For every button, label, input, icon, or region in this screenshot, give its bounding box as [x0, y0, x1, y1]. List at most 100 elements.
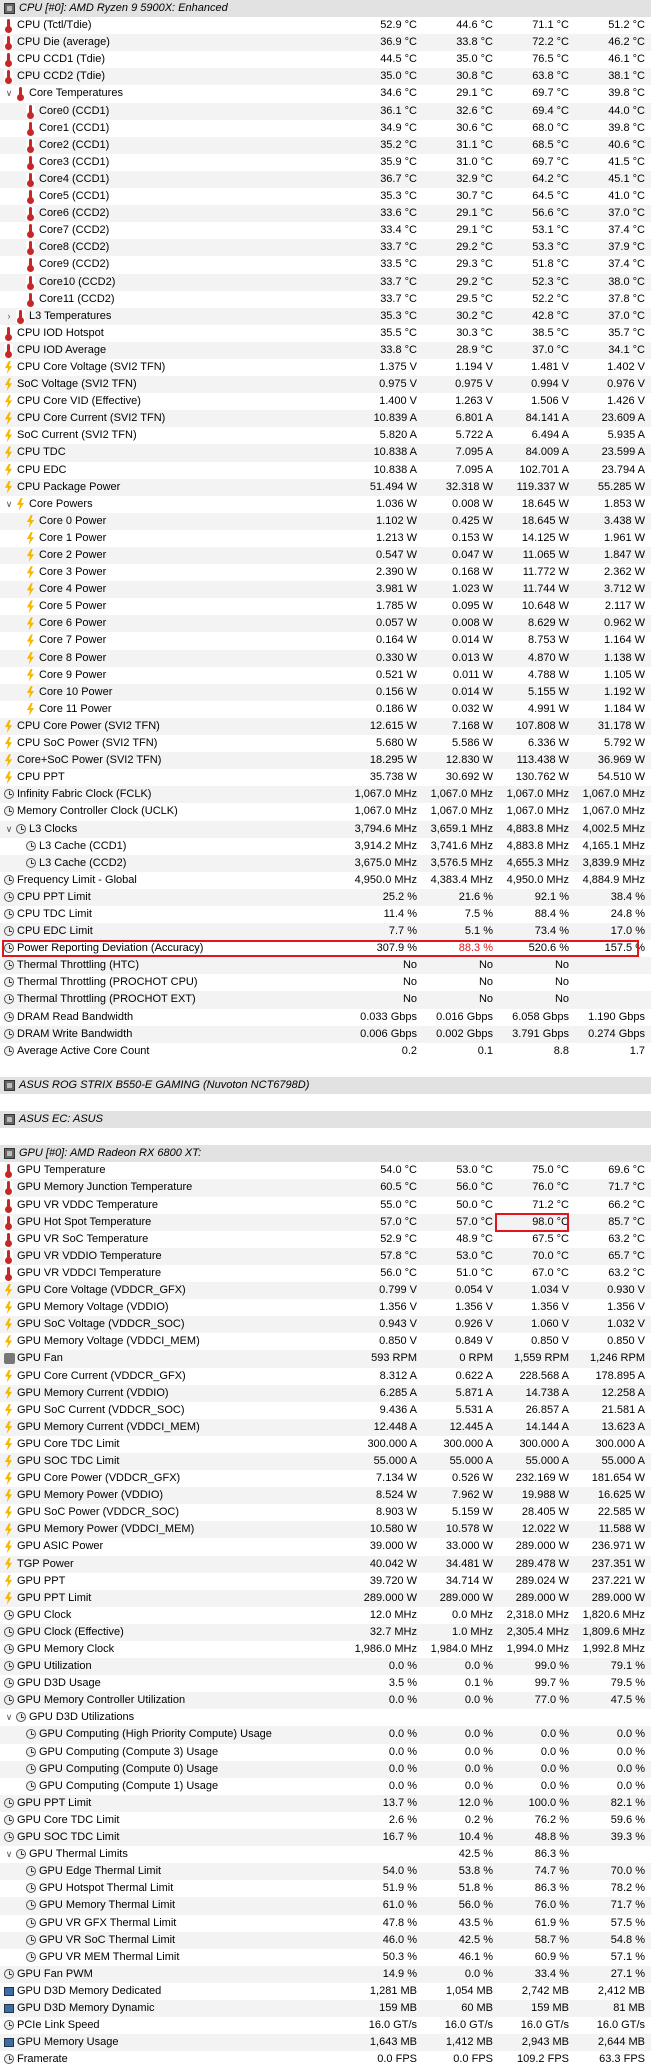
sensor-row[interactable]: Power Reporting Deviation (Accuracy) 307.… [0, 940, 651, 958]
sensor-row[interactable]: GPU Computing (High Priority Compute) Us… [0, 1726, 651, 1744]
sensor-row[interactable]: GPU Memory Usage 1,643 MB 1,412 MB 2,943 MB… [0, 2034, 651, 2052]
sensor-row[interactable]: L3 Cache (CCD2) 3,675.0 MHz 3,576.5 MHz 4,6… [0, 854, 651, 872]
collapse-toggle[interactable]: ∨ [4, 821, 14, 838]
sensor-row[interactable]: Average Active Core Count 0.2 0.1 8.8 1.7 [0, 1043, 651, 1060]
sensor-row[interactable]: GPU VR MEM Thermal Limit 50.3 % 46.1 % 60.9… [0, 1949, 651, 1966]
sensor-row[interactable]: ∨ L3 Clocks 3,794.6 MHz 3,659.1 MHz 4,883.8 … [0, 820, 651, 838]
sensor-row[interactable]: GPU ASIC Power 39.000 W 33.000 W 289.000 W 2… [0, 1538, 651, 1555]
sensor-row[interactable]: Core 0 Power 1.102 W 0.425 W 18.645 W 3.438 … [0, 512, 651, 530]
sensor-row[interactable]: GPU D3D Usage 3.5 % 0.1 % 99.7 % 79.5 % [0, 1675, 651, 1692]
sensor-row[interactable]: GPU Memory Power (VDDCI_MEM) 10.580 W 10.5… [0, 1521, 651, 1539]
sensor-row[interactable]: GPU Core Power (VDDCR_GFX) 7.134 W 0.526 W… [0, 1470, 651, 1487]
sensor-row[interactable]: GPU VR VDDC Temperature 55.0 °C 50.0 °C 71.… [0, 1197, 651, 1214]
sensor-row[interactable]: GPU Core TDC Limit 300.000 A 300.000 A 300.… [0, 1436, 651, 1453]
sensor-row[interactable]: GPU VR SoC Temperature 52.9 °C 48.9 °C 67.5… [0, 1231, 651, 1248]
sensor-row[interactable]: CPU Die (average) 36.9 °C 33.8 °C 72.2 °C 46… [0, 34, 651, 52]
sensor-row[interactable]: GPU VR GFX Thermal Limit 47.8 % 43.5 % 61.9… [0, 1915, 651, 1932]
sensor-row[interactable]: Core 3 Power 2.390 W 0.168 W 11.772 W 2.362 … [0, 564, 651, 581]
sensor-row[interactable]: CPU EDC Limit 7.7 % 5.1 % 73.4 % 17.0 % [0, 923, 651, 941]
sensor-row[interactable]: CPU PPT 35.738 W 30.692 W 130.762 W 54.510 W [0, 769, 651, 786]
sensor-row[interactable]: GPU Memory Power (VDDIO) 8.524 W 7.962 W 19… [0, 1487, 651, 1505]
sensor-row[interactable]: GPU Memory Current (VDDIO) 6.285 A 5.871 A… [0, 1384, 651, 1402]
sensor-row[interactable]: GPU Memory Current (VDDCI_MEM) 12.448 A 12… [0, 1418, 651, 1436]
sensor-row[interactable]: DRAM Write Bandwidth 0.006 Gbps 0.002 Gbps… [0, 1025, 651, 1043]
collapse-toggle[interactable]: ∨ [4, 85, 14, 102]
sensor-row[interactable]: GPU SOC TDC Limit 16.7 % 10.4 % 48.8 % 39.3 … [0, 1829, 651, 1847]
sensor-row[interactable]: SoC Voltage (SVI2 TFN) 0.975 V 0.975 V 0.99… [0, 376, 651, 394]
sensor-row[interactable]: Core6 (CCD2) 33.6 °C 29.1 °C 56.6 °C 37.0 °C [0, 205, 651, 223]
sensor-row[interactable]: › L3 Temperatures 35.3 °C 30.2 °C 42.8 °C 37.… [0, 307, 651, 325]
sensor-group-header[interactable]: CPU [#0]: AMD Ryzen 9 5900X: Enhanced [0, 0, 651, 18]
sensor-row[interactable]: GPU PPT Limit 289.000 W 289.000 W 289.000 W… [0, 1589, 651, 1607]
sensor-row[interactable]: Core1 (CCD1) 34.9 °C 30.6 °C 68.0 °C 39.8 °C [0, 120, 651, 137]
sensor-row[interactable]: ∨ Core Powers 1.036 W 0.008 W 18.645 W 1.853 … [0, 496, 651, 513]
sensor-row[interactable]: Core3 (CCD1) 35.9 °C 31.0 °C 69.7 °C 41.5 °C [0, 154, 651, 171]
sensor-row[interactable]: L3 Cache (CCD1) 3,914.2 MHz 3,741.6 MHz 4,8… [0, 838, 651, 855]
collapse-toggle[interactable]: ∨ [4, 1846, 14, 1863]
sensor-row[interactable]: Core4 (CCD1) 36.7 °C 32.9 °C 64.2 °C 45.1 °C [0, 170, 651, 189]
sensor-row[interactable]: Core 8 Power 0.330 W 0.013 W 4.870 W 1.138 W [0, 649, 651, 667]
sensor-row[interactable]: Infinity Fabric Clock (FCLK) 1,067.0 MHz 1… [0, 786, 651, 804]
sensor-row[interactable]: CPU Core Current (SVI2 TFN) 10.839 A 6.801… [0, 410, 651, 428]
sensor-group-header[interactable]: ASUS ROG STRIX B550-E GAMING (Nuvoton NC… [0, 1076, 651, 1094]
sensor-row[interactable]: Frequency Limit - Global 4,950.0 MHz 4,383… [0, 872, 651, 889]
sensor-row[interactable]: GPU D3D Memory Dedicated 1,281 MB 1,054 MB… [0, 1983, 651, 2000]
sensor-row[interactable]: GPU Memory Controller Utilization 0.0 % 0.… [0, 1692, 651, 1710]
sensor-row[interactable]: Core 9 Power 0.521 W 0.011 W 4.788 W 1.105 W [0, 667, 651, 684]
sensor-row[interactable]: Core10 (CCD2) 33.7 °C 29.2 °C 52.3 °C 38.0 °… [0, 273, 651, 291]
sensor-row[interactable]: CPU TDC 10.838 A 7.095 A 84.009 A 23.599 A [0, 444, 651, 462]
sensor-row[interactable]: GPU Hotspot Thermal Limit 51.9 % 51.8 % 86.… [0, 1880, 651, 1897]
sensor-row[interactable]: GPU Core Voltage (VDDCR_GFX) 0.799 V 0.054… [0, 1282, 651, 1300]
sensor-row[interactable]: GPU Edge Thermal Limit 54.0 % 53.8 % 74.7 %… [0, 1863, 651, 1881]
sensor-row[interactable]: CPU Package Power 51.494 W 32.318 W 119.337… [0, 478, 651, 496]
sensor-row[interactable]: Core8 (CCD2) 33.7 °C 29.2 °C 53.3 °C 37.9 °C [0, 239, 651, 257]
sensor-row[interactable]: CPU CCD1 (Tdie) 44.5 °C 35.0 °C 76.5 °C 46.1… [0, 51, 651, 68]
sensor-row[interactable]: GPU VR SoC Thermal Limit 46.0 % 42.5 % 58.7… [0, 1931, 651, 1949]
sensor-row[interactable]: Core 4 Power 3.981 W 1.023 W 11.744 W 3.712 … [0, 581, 651, 599]
sensor-row[interactable]: Thermal Throttling (HTC) No No No [0, 957, 651, 975]
sensor-row[interactable]: CPU Core Power (SVI2 TFN) 12.615 W 7.168 W… [0, 717, 651, 736]
sensor-row[interactable]: Core+SoC Power (SVI2 TFN) 18.295 W 12.830 … [0, 752, 651, 770]
sensor-row[interactable]: GPU D3D Memory Dynamic 159 MB 60 MB 159 MB 8… [0, 1999, 651, 2018]
sensor-row[interactable]: Core 10 Power 0.156 W 0.014 W 5.155 W 1.192 … [0, 683, 651, 701]
sensor-row[interactable]: CPU IOD Average 33.8 °C 28.9 °C 37.0 °C 34.1… [0, 341, 651, 359]
sensor-row[interactable]: GPU Core Current (VDDCR_GFX) 8.312 A 0.622… [0, 1368, 651, 1385]
sensor-row[interactable]: GPU VR VDDIO Temperature 57.8 °C 53.0 °C 70… [0, 1247, 651, 1265]
sensor-row[interactable]: GPU Computing (Compute 0) Usage 0.0 % 0.0 … [0, 1760, 651, 1778]
sensor-row[interactable]: GPU PPT 39.720 W 34.714 W 289.024 W 237.221 … [0, 1573, 651, 1590]
sensor-row[interactable]: Core 11 Power 0.186 W 0.032 W 4.991 W 1.184 … [0, 701, 651, 718]
sensor-row[interactable]: GPU Hot Spot Temperature 57.0 °C 57.0 °C 98… [0, 1212, 651, 1232]
sensor-row[interactable]: TGP Power 40.042 W 34.481 W 289.478 W 237.35… [0, 1555, 651, 1573]
sensor-row[interactable]: CPU IOD Hotspot 35.5 °C 30.3 °C 38.5 °C 35.7… [0, 325, 651, 342]
sensor-row[interactable]: GPU Memory Thermal Limit 61.0 % 56.0 % 76.0… [0, 1897, 651, 1915]
sensor-row[interactable]: GPU Memory Voltage (VDDCI_MEM) 0.850 V 0.8… [0, 1333, 651, 1350]
sensor-row[interactable]: Memory Controller Clock (UCLK) 1,067.0 MH… [0, 803, 651, 820]
sensor-row[interactable]: CPU SoC Power (SVI2 TFN) 5.680 W 5.586 W 6.… [0, 735, 651, 752]
sensor-row[interactable]: GPU Memory Junction Temperature 60.5 °C 56… [0, 1179, 651, 1197]
sensor-row[interactable]: Core11 (CCD2) 33.7 °C 29.5 °C 52.2 °C 37.8 °… [0, 291, 651, 308]
sensor-row[interactable]: DRAM Read Bandwidth 0.033 Gbps 0.016 Gbps 6… [0, 1009, 651, 1026]
sensor-row[interactable]: GPU Clock (Effective) 32.7 MHz 1.0 MHz 2,30… [0, 1623, 651, 1641]
sensor-row[interactable]: GPU SOC TDC Limit 55.000 A 55.000 A 55.000 … [0, 1452, 651, 1471]
collapse-toggle[interactable]: ∨ [4, 496, 14, 513]
sensor-row[interactable]: PCIe Link Speed 16.0 GT/s 16.0 GT/s 16.0 GT… [0, 2017, 651, 2034]
sensor-row[interactable]: Framerate 0.0 FPS 0.0 FPS 109.2 FPS 63.3 FPS [0, 2051, 651, 2068]
expand-toggle[interactable]: › [4, 308, 14, 325]
sensor-row[interactable]: GPU Temperature 54.0 °C 53.0 °C 75.0 °C 69.6… [0, 1162, 651, 1179]
sensor-row[interactable]: GPU SoC Power (VDDCR_SOC) 8.903 W 5.159 W 2… [0, 1504, 651, 1521]
sensor-row[interactable]: GPU Clock 12.0 MHz 0.0 MHz 2,318.0 MHz 1,820… [0, 1607, 651, 1624]
sensor-row[interactable]: CPU Core VID (Effective) 1.400 V 1.263 V 1.… [0, 393, 651, 410]
sensor-row[interactable]: GPU Memory Clock 1,986.0 MHz 1,984.0 MHz 1,… [0, 1641, 651, 1658]
sensor-row[interactable]: CPU Core Voltage (SVI2 TFN) 1.375 V 1.194 … [0, 359, 651, 376]
collapse-toggle[interactable]: ∨ [4, 1709, 14, 1726]
sensor-row[interactable]: Core 7 Power 0.164 W 0.014 W 8.753 W 1.164 W [0, 632, 651, 649]
sensor-row[interactable]: Core 2 Power 0.547 W 0.047 W 11.065 W 1.847 … [0, 547, 651, 565]
sensor-row[interactable]: ∨ GPU D3D Utilizations [0, 1709, 651, 1726]
sensor-group-header[interactable]: GPU [#0]: AMD Radeon RX 6800 XT: [0, 1145, 651, 1163]
sensor-row[interactable]: GPU PPT Limit 13.7 % 12.0 % 100.0 % 82.1 % [0, 1794, 651, 1812]
sensor-row[interactable]: CPU PPT Limit 25.2 % 21.6 % 92.1 % 38.4 % [0, 888, 651, 906]
sensor-row[interactable]: GPU Fan 593 RPM 0 RPM 1,559 RPM 1,246 RPM [0, 1350, 651, 1368]
sensor-row[interactable]: GPU Core TDC Limit 2.6 % 0.2 % 76.2 % 59.6 % [0, 1812, 651, 1829]
sensor-row[interactable]: Core0 (CCD1) 36.1 °C 32.6 °C 69.4 °C 44.0 °C [0, 102, 651, 120]
sensor-row[interactable]: GPU SoC Current (VDDCR_SOC) 9.436 A 5.531 … [0, 1402, 651, 1419]
